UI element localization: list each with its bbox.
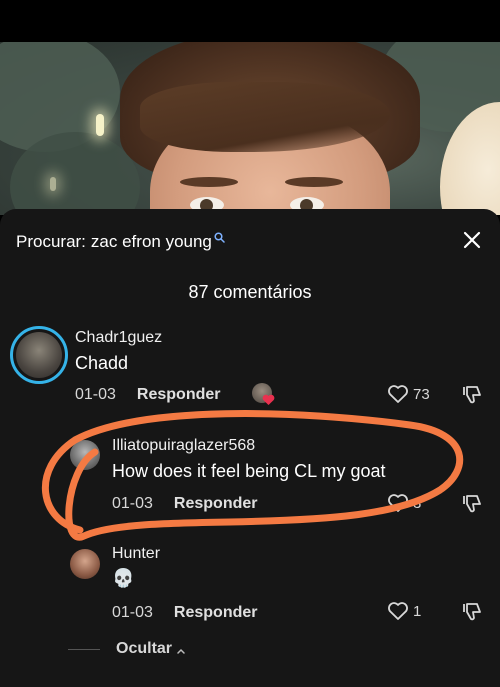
heart-badge-icon [262, 393, 275, 411]
comment-username[interactable]: Chadr1guez [75, 329, 162, 347]
divider [68, 648, 100, 650]
avatar[interactable] [10, 326, 68, 384]
like-button[interactable]: 1 [387, 601, 421, 621]
avatar[interactable] [70, 549, 100, 579]
comment-username[interactable]: Illiatopuiraglazer568 [112, 437, 255, 455]
hide-replies-label: Ocultar [116, 640, 173, 657]
comments-count: 87 comentários [188, 282, 312, 302]
comment-text: Chadd [75, 353, 129, 373]
like-button[interactable]: 3 [387, 493, 421, 513]
comment-date: 01-03 [112, 495, 153, 512]
search-suggestion[interactable]: Procurar: zac efron young [16, 230, 225, 254]
search-prefix: Procurar: [16, 232, 86, 251]
comment-text: 💀 [112, 568, 135, 588]
reply-button[interactable]: Responder [137, 386, 221, 404]
search-query[interactable]: zac efron young [91, 230, 212, 254]
hide-replies[interactable]: Ocultar [68, 640, 186, 658]
like-count: 3 [413, 494, 422, 512]
avatar[interactable] [70, 440, 100, 470]
search-icon [214, 230, 225, 248]
comment-date: 01-03 [112, 604, 153, 621]
video-background [0, 0, 500, 215]
like-button[interactable]: 73 [387, 384, 430, 404]
comment-date: 01-03 [75, 386, 116, 403]
like-count: 73 [413, 385, 430, 403]
like-count: 1 [413, 602, 422, 620]
video-frame-photo [0, 42, 500, 215]
heart-icon [388, 385, 408, 403]
dislike-icon[interactable] [461, 384, 483, 411]
comment-username[interactable]: Hunter [112, 545, 160, 563]
chevron-up-icon [177, 648, 185, 654]
comment-text: How does it feel being CL my goat [112, 461, 386, 481]
close-icon[interactable] [460, 228, 484, 252]
heart-icon [388, 494, 408, 512]
dislike-icon[interactable] [461, 493, 483, 520]
heart-icon [388, 602, 408, 620]
reply-button[interactable]: Responder [174, 495, 258, 513]
dislike-icon[interactable] [461, 601, 483, 628]
reply-button[interactable]: Responder [174, 604, 258, 622]
